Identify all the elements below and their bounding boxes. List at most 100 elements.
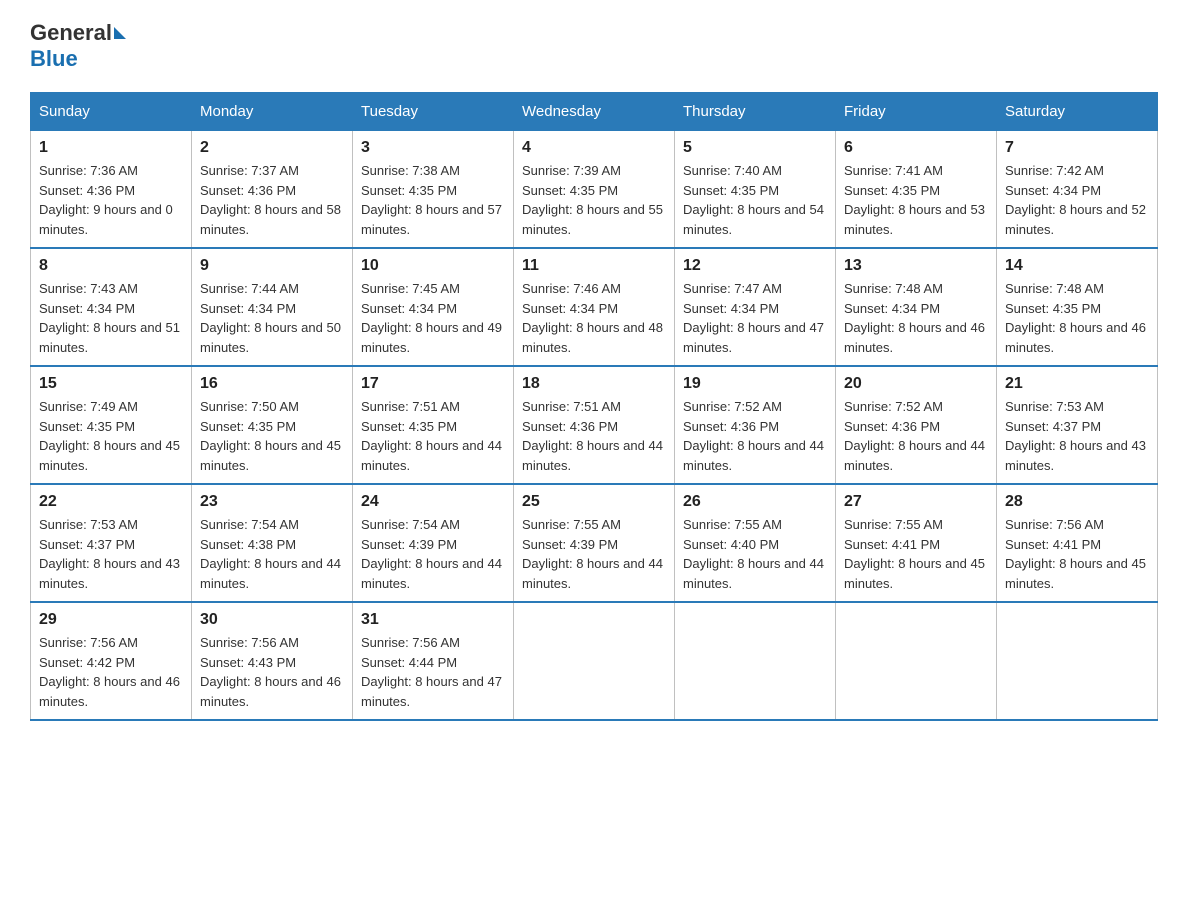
- day-info: Sunrise: 7:44 AM Sunset: 4:34 PM Dayligh…: [200, 279, 344, 357]
- calendar-cell: 11 Sunrise: 7:46 AM Sunset: 4:34 PM Dayl…: [514, 248, 675, 366]
- day-info: Sunrise: 7:51 AM Sunset: 4:35 PM Dayligh…: [361, 397, 505, 475]
- calendar-cell: 13 Sunrise: 7:48 AM Sunset: 4:34 PM Dayl…: [836, 248, 997, 366]
- day-number: 9: [200, 257, 344, 275]
- day-number: 7: [1005, 139, 1149, 157]
- day-info: Sunrise: 7:45 AM Sunset: 4:34 PM Dayligh…: [361, 279, 505, 357]
- day-number: 28: [1005, 493, 1149, 511]
- calendar-week-4: 22 Sunrise: 7:53 AM Sunset: 4:37 PM Dayl…: [31, 484, 1158, 602]
- day-info: Sunrise: 7:50 AM Sunset: 4:35 PM Dayligh…: [200, 397, 344, 475]
- calendar-cell: 5 Sunrise: 7:40 AM Sunset: 4:35 PM Dayli…: [675, 131, 836, 249]
- day-number: 4: [522, 139, 666, 157]
- day-info: Sunrise: 7:42 AM Sunset: 4:34 PM Dayligh…: [1005, 161, 1149, 239]
- day-number: 22: [39, 493, 183, 511]
- calendar-header-wednesday: Wednesday: [514, 93, 675, 131]
- calendar-cell: 6 Sunrise: 7:41 AM Sunset: 4:35 PM Dayli…: [836, 131, 997, 249]
- logo-blue: Blue: [30, 46, 78, 72]
- calendar-cell: 15 Sunrise: 7:49 AM Sunset: 4:35 PM Dayl…: [31, 366, 192, 484]
- calendar-cell: 23 Sunrise: 7:54 AM Sunset: 4:38 PM Dayl…: [192, 484, 353, 602]
- calendar-cell: 20 Sunrise: 7:52 AM Sunset: 4:36 PM Dayl…: [836, 366, 997, 484]
- day-number: 14: [1005, 257, 1149, 275]
- day-number: 1: [39, 139, 183, 157]
- day-info: Sunrise: 7:53 AM Sunset: 4:37 PM Dayligh…: [1005, 397, 1149, 475]
- calendar-cell: [997, 602, 1158, 720]
- day-info: Sunrise: 7:41 AM Sunset: 4:35 PM Dayligh…: [844, 161, 988, 239]
- day-info: Sunrise: 7:38 AM Sunset: 4:35 PM Dayligh…: [361, 161, 505, 239]
- day-number: 12: [683, 257, 827, 275]
- day-info: Sunrise: 7:53 AM Sunset: 4:37 PM Dayligh…: [39, 515, 183, 593]
- calendar-cell: 14 Sunrise: 7:48 AM Sunset: 4:35 PM Dayl…: [997, 248, 1158, 366]
- day-info: Sunrise: 7:55 AM Sunset: 4:39 PM Dayligh…: [522, 515, 666, 593]
- calendar-header-tuesday: Tuesday: [353, 93, 514, 131]
- calendar-cell: 9 Sunrise: 7:44 AM Sunset: 4:34 PM Dayli…: [192, 248, 353, 366]
- day-number: 20: [844, 375, 988, 393]
- day-number: 8: [39, 257, 183, 275]
- calendar-cell: 24 Sunrise: 7:54 AM Sunset: 4:39 PM Dayl…: [353, 484, 514, 602]
- calendar-cell: 21 Sunrise: 7:53 AM Sunset: 4:37 PM Dayl…: [997, 366, 1158, 484]
- logo: General Blue: [30, 20, 128, 72]
- day-number: 5: [683, 139, 827, 157]
- day-info: Sunrise: 7:47 AM Sunset: 4:34 PM Dayligh…: [683, 279, 827, 357]
- calendar-cell: 31 Sunrise: 7:56 AM Sunset: 4:44 PM Dayl…: [353, 602, 514, 720]
- day-info: Sunrise: 7:48 AM Sunset: 4:35 PM Dayligh…: [1005, 279, 1149, 357]
- day-info: Sunrise: 7:56 AM Sunset: 4:43 PM Dayligh…: [200, 633, 344, 711]
- day-number: 19: [683, 375, 827, 393]
- day-info: Sunrise: 7:56 AM Sunset: 4:44 PM Dayligh…: [361, 633, 505, 711]
- day-number: 6: [844, 139, 988, 157]
- day-number: 29: [39, 611, 183, 629]
- calendar-cell: 27 Sunrise: 7:55 AM Sunset: 4:41 PM Dayl…: [836, 484, 997, 602]
- day-number: 15: [39, 375, 183, 393]
- day-info: Sunrise: 7:46 AM Sunset: 4:34 PM Dayligh…: [522, 279, 666, 357]
- day-info: Sunrise: 7:51 AM Sunset: 4:36 PM Dayligh…: [522, 397, 666, 475]
- day-number: 23: [200, 493, 344, 511]
- calendar-cell: 25 Sunrise: 7:55 AM Sunset: 4:39 PM Dayl…: [514, 484, 675, 602]
- day-info: Sunrise: 7:43 AM Sunset: 4:34 PM Dayligh…: [39, 279, 183, 357]
- calendar-table: SundayMondayTuesdayWednesdayThursdayFrid…: [30, 92, 1158, 721]
- calendar-cell: 30 Sunrise: 7:56 AM Sunset: 4:43 PM Dayl…: [192, 602, 353, 720]
- day-info: Sunrise: 7:36 AM Sunset: 4:36 PM Dayligh…: [39, 161, 183, 239]
- calendar-cell: 10 Sunrise: 7:45 AM Sunset: 4:34 PM Dayl…: [353, 248, 514, 366]
- calendar-week-5: 29 Sunrise: 7:56 AM Sunset: 4:42 PM Dayl…: [31, 602, 1158, 720]
- day-number: 10: [361, 257, 505, 275]
- day-number: 3: [361, 139, 505, 157]
- day-info: Sunrise: 7:49 AM Sunset: 4:35 PM Dayligh…: [39, 397, 183, 475]
- calendar-cell: 19 Sunrise: 7:52 AM Sunset: 4:36 PM Dayl…: [675, 366, 836, 484]
- calendar-cell: [514, 602, 675, 720]
- calendar-cell: 3 Sunrise: 7:38 AM Sunset: 4:35 PM Dayli…: [353, 131, 514, 249]
- day-number: 11: [522, 257, 666, 275]
- calendar-header-row: SundayMondayTuesdayWednesdayThursdayFrid…: [31, 93, 1158, 131]
- day-number: 21: [1005, 375, 1149, 393]
- calendar-header-sunday: Sunday: [31, 93, 192, 131]
- calendar-week-2: 8 Sunrise: 7:43 AM Sunset: 4:34 PM Dayli…: [31, 248, 1158, 366]
- calendar-cell: [675, 602, 836, 720]
- day-info: Sunrise: 7:52 AM Sunset: 4:36 PM Dayligh…: [844, 397, 988, 475]
- calendar-cell: 29 Sunrise: 7:56 AM Sunset: 4:42 PM Dayl…: [31, 602, 192, 720]
- calendar-cell: 26 Sunrise: 7:55 AM Sunset: 4:40 PM Dayl…: [675, 484, 836, 602]
- day-info: Sunrise: 7:39 AM Sunset: 4:35 PM Dayligh…: [522, 161, 666, 239]
- day-info: Sunrise: 7:37 AM Sunset: 4:36 PM Dayligh…: [200, 161, 344, 239]
- calendar-cell: 1 Sunrise: 7:36 AM Sunset: 4:36 PM Dayli…: [31, 131, 192, 249]
- day-info: Sunrise: 7:56 AM Sunset: 4:42 PM Dayligh…: [39, 633, 183, 711]
- calendar-week-1: 1 Sunrise: 7:36 AM Sunset: 4:36 PM Dayli…: [31, 131, 1158, 249]
- calendar-cell: 8 Sunrise: 7:43 AM Sunset: 4:34 PM Dayli…: [31, 248, 192, 366]
- calendar-header-monday: Monday: [192, 93, 353, 131]
- calendar-cell: 22 Sunrise: 7:53 AM Sunset: 4:37 PM Dayl…: [31, 484, 192, 602]
- calendar-cell: 7 Sunrise: 7:42 AM Sunset: 4:34 PM Dayli…: [997, 131, 1158, 249]
- calendar-cell: [836, 602, 997, 720]
- day-number: 24: [361, 493, 505, 511]
- logo-general: General: [30, 20, 112, 46]
- day-number: 13: [844, 257, 988, 275]
- calendar-header-thursday: Thursday: [675, 93, 836, 131]
- day-info: Sunrise: 7:55 AM Sunset: 4:41 PM Dayligh…: [844, 515, 988, 593]
- day-info: Sunrise: 7:56 AM Sunset: 4:41 PM Dayligh…: [1005, 515, 1149, 593]
- day-info: Sunrise: 7:40 AM Sunset: 4:35 PM Dayligh…: [683, 161, 827, 239]
- calendar-cell: 2 Sunrise: 7:37 AM Sunset: 4:36 PM Dayli…: [192, 131, 353, 249]
- day-number: 26: [683, 493, 827, 511]
- calendar-week-3: 15 Sunrise: 7:49 AM Sunset: 4:35 PM Dayl…: [31, 366, 1158, 484]
- calendar-cell: 18 Sunrise: 7:51 AM Sunset: 4:36 PM Dayl…: [514, 366, 675, 484]
- day-number: 2: [200, 139, 344, 157]
- day-number: 16: [200, 375, 344, 393]
- day-info: Sunrise: 7:54 AM Sunset: 4:38 PM Dayligh…: [200, 515, 344, 593]
- calendar-cell: 28 Sunrise: 7:56 AM Sunset: 4:41 PM Dayl…: [997, 484, 1158, 602]
- calendar-cell: 4 Sunrise: 7:39 AM Sunset: 4:35 PM Dayli…: [514, 131, 675, 249]
- page-header: General Blue: [30, 20, 1158, 72]
